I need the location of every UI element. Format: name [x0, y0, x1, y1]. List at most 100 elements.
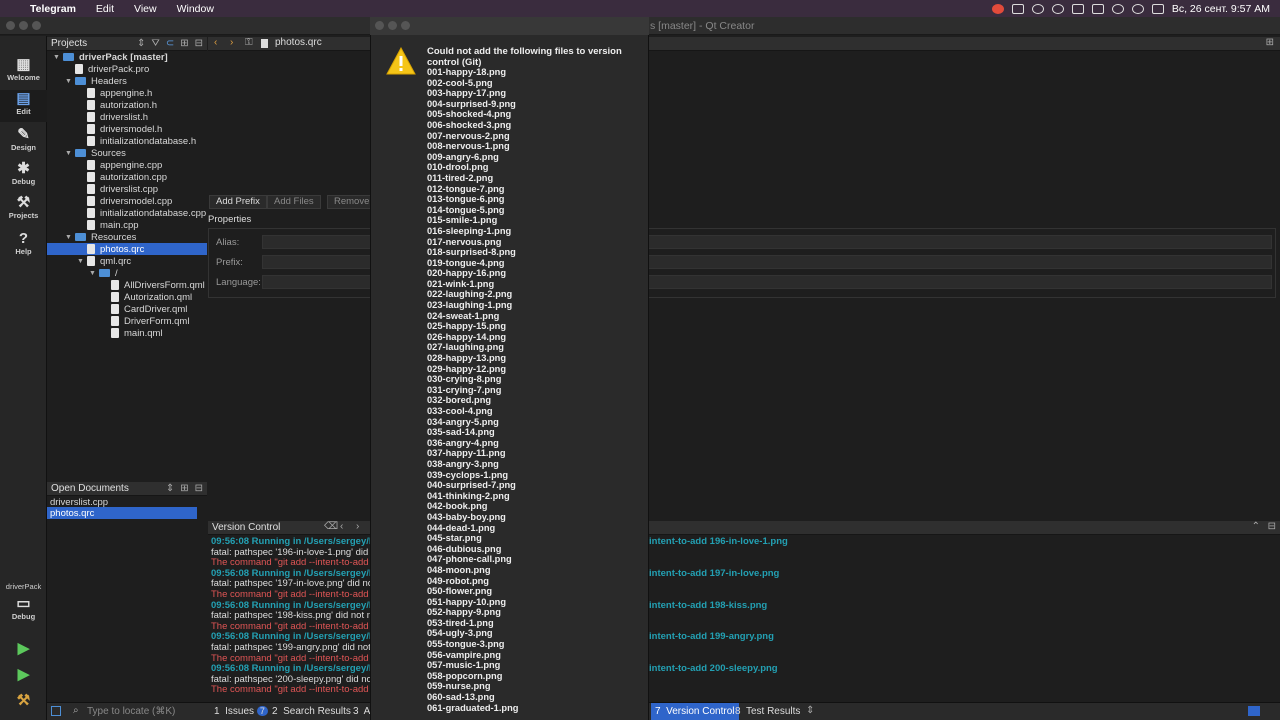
open-document-item[interactable]: photos.qrc — [47, 507, 197, 519]
split-icon[interactable]: ⊞ — [180, 38, 188, 49]
tree-item-file[interactable]: driverPack.pro — [47, 63, 207, 75]
dialog-minimize-button[interactable] — [388, 21, 397, 30]
projects-title[interactable]: Projects — [51, 38, 87, 49]
search-icon[interactable] — [1131, 3, 1144, 14]
tab-number: 2 — [272, 706, 278, 717]
menu-view[interactable]: View — [124, 3, 167, 15]
dialog-zoom-button[interactable] — [401, 21, 410, 30]
filter-icon[interactable]: ⛛ — [151, 38, 159, 49]
mode-design[interactable]: ✎ Design — [0, 126, 47, 158]
tree-item-file[interactable]: photos.qrc — [47, 243, 207, 255]
tree-item-file[interactable]: AllDriversForm.qml — [47, 279, 207, 291]
close-pane-icon[interactable]: ⊟ — [195, 38, 203, 49]
control-center-icon[interactable] — [1151, 3, 1164, 14]
next-icon[interactable]: › — [356, 521, 359, 532]
expand-arrow-icon[interactable]: ▼ — [89, 270, 99, 277]
flag-icon[interactable] — [1071, 3, 1084, 14]
mode-help[interactable]: ? Help — [0, 230, 47, 262]
output-pane-toggle-icon[interactable] — [1248, 706, 1260, 716]
expand-arrow-icon[interactable]: ▼ — [77, 258, 87, 265]
vpn-icon[interactable] — [1031, 3, 1044, 14]
minimize-window-button[interactable] — [19, 21, 28, 30]
failed-file-item: 017-nervous.png — [427, 236, 502, 247]
wifi-icon[interactable] — [1051, 3, 1064, 14]
tree-item-file[interactable]: appengine.h — [47, 87, 207, 99]
dialog-close-button[interactable] — [375, 21, 384, 30]
tree-item-file[interactable]: ▼ qml.qrc — [47, 255, 207, 267]
clear-icon[interactable]: ⌫ — [324, 521, 338, 532]
tree-item-file[interactable]: autorization.cpp — [47, 171, 207, 183]
tree-item-file[interactable]: driverslist.h — [47, 111, 207, 123]
mode-projects[interactable]: ⚒ Projects — [0, 194, 47, 226]
expand-arrow-icon[interactable]: ▼ — [65, 150, 75, 157]
run-button[interactable]: ▶ — [0, 640, 47, 660]
clock-icon[interactable] — [1111, 3, 1124, 14]
document-icon: ▤ — [16, 90, 31, 107]
menu-edit[interactable]: Edit — [86, 3, 124, 15]
link-icon[interactable]: ⊂ — [166, 38, 174, 49]
tab-application-output[interactable]: 3 A — [353, 706, 370, 717]
remove-button[interactable]: Remove — [327, 195, 377, 209]
close-pane-icon[interactable]: ⊟ — [1268, 521, 1276, 532]
kit-selector[interactable]: driverPack ▭ Debug — [0, 582, 47, 634]
open-documents-title[interactable]: Open Documents — [51, 483, 129, 494]
zoom-window-button[interactable] — [32, 21, 41, 30]
mode-debug[interactable]: ✱ Debug — [0, 160, 47, 192]
split-editor-icon[interactable]: ⊞ — [1266, 37, 1274, 48]
tree-item-folder[interactable]: ▼ Headers — [47, 75, 207, 87]
expand-arrow-icon[interactable]: ▼ — [65, 234, 75, 241]
mode-welcome[interactable]: ▦ Welcome — [0, 56, 47, 88]
window-icon[interactable] — [1011, 3, 1024, 14]
close-window-button[interactable] — [6, 21, 15, 30]
tab-test-results[interactable]: 8 Test Results — [735, 706, 800, 717]
tree-item-folder[interactable]: ▼ / — [47, 267, 207, 279]
tree-item-file[interactable]: driversmodel.cpp — [47, 195, 207, 207]
sort-icon[interactable]: ⇕ — [137, 38, 145, 49]
back-icon[interactable]: ‹ — [214, 37, 217, 48]
menu-window[interactable]: Window — [167, 3, 224, 15]
tree-item-label: photos.qrc — [100, 243, 145, 255]
add-prefix-button[interactable]: Add Prefix — [209, 195, 267, 209]
tree-item-file[interactable]: autorization.h — [47, 99, 207, 111]
prev-icon[interactable]: ‹ — [340, 521, 343, 532]
tree-item-file[interactable]: driversmodel.h — [47, 123, 207, 135]
more-tabs-icon[interactable]: ⇕ — [806, 705, 814, 716]
debug-run-button[interactable]: ▶ — [0, 666, 47, 686]
tree-item-file[interactable]: driverslist.cpp — [47, 183, 207, 195]
record-icon[interactable] — [991, 3, 1004, 14]
tree-item-file[interactable]: DriverForm.qml — [47, 315, 207, 327]
failed-file-item: 059-nurse.png — [427, 681, 491, 692]
tree-item-file[interactable]: main.cpp — [47, 219, 207, 231]
tree-item-file[interactable]: appengine.cpp — [47, 159, 207, 171]
tree-item-file[interactable]: initializationdatabase.h — [47, 135, 207, 147]
forward-icon[interactable]: › — [230, 37, 233, 48]
tree-item-file[interactable]: Autorization.qml — [47, 291, 207, 303]
close-pane-icon[interactable]: ⊟ — [195, 483, 203, 494]
tab-version-control[interactable]: 7 Version Control — [651, 703, 739, 720]
tab-issues[interactable]: 1 Issues 7 — [214, 706, 268, 717]
tree-item-file[interactable]: CardDriver.qml — [47, 303, 207, 315]
add-files-button[interactable]: Add Files — [267, 195, 321, 209]
sidebar-toggle-icon[interactable] — [51, 706, 61, 716]
tree-item-file[interactable]: initializationdatabase.cpp — [47, 207, 207, 219]
failed-file-item: 060-sad-13.png — [427, 692, 495, 703]
split-icon[interactable]: ⊞ — [180, 483, 188, 494]
editor-file-name[interactable]: photos.qrc — [275, 37, 322, 48]
tree-item-file[interactable]: main.qml — [47, 327, 207, 339]
mode-edit[interactable]: ▤ Edit — [0, 90, 47, 122]
build-button[interactable]: ⚒ — [0, 692, 47, 712]
tree-item-folder[interactable]: ▼ Resources — [47, 231, 207, 243]
expand-arrow-icon[interactable]: ▼ — [53, 54, 63, 61]
lock-icon[interactable]: ⚿ — [245, 37, 253, 48]
menu-telegram[interactable]: Telegram — [20, 3, 86, 15]
macos-menubar: Telegram Edit View Window Вс, 26 сент. 9… — [0, 0, 1280, 17]
battery-icon[interactable] — [1091, 3, 1104, 14]
menubar-clock[interactable]: Вс, 26 сент. 9:57 AM — [1172, 3, 1270, 15]
tree-item-folder[interactable]: ▼ Sources — [47, 147, 207, 159]
maximize-pane-icon[interactable]: ⌃ — [1252, 521, 1260, 532]
expand-arrow-icon[interactable]: ▼ — [65, 78, 75, 85]
tab-search-results[interactable]: 2 Search Results — [272, 706, 351, 717]
tree-item-project[interactable]: ▼ driverPack [master] — [47, 51, 207, 63]
locate-input[interactable]: Type to locate (⌘K) — [87, 706, 175, 717]
sort-icon[interactable]: ⇕ — [166, 483, 174, 494]
